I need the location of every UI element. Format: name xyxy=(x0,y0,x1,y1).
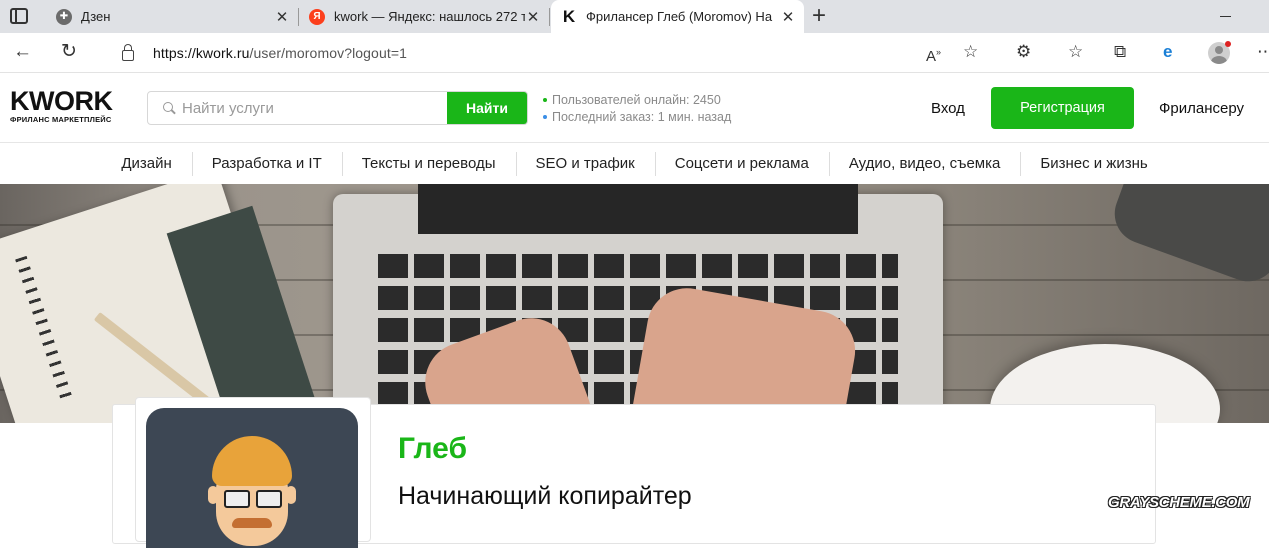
add-favorite-icon[interactable]: ☆ xyxy=(963,42,978,62)
site-stats: Пользователей онлайн: 2450 Последний зак… xyxy=(543,92,731,126)
user-avatar[interactable] xyxy=(146,408,358,548)
favorites-icon[interactable]: ☆ xyxy=(1068,42,1083,62)
refresh-icon[interactable]: ↻ xyxy=(61,41,77,63)
close-icon[interactable]: ✕ xyxy=(274,8,290,26)
logo-word: KWORK xyxy=(10,86,113,116)
site-header: KWORK ФРИЛАНС МАРКЕТПЛЕЙС Найти Пользова… xyxy=(0,74,1269,142)
lock-icon[interactable] xyxy=(122,43,134,61)
category-seo[interactable]: SEO и трафик xyxy=(515,152,655,176)
search-icon xyxy=(148,92,182,124)
register-button[interactable]: Регистрация xyxy=(991,87,1134,129)
kwork-icon: K xyxy=(562,6,576,26)
tab-title: Фрилансер Глеб (Moromov) На xyxy=(586,9,773,24)
category-design[interactable]: Дизайн xyxy=(101,155,191,172)
category-social[interactable]: Соцсети и реклама xyxy=(654,152,829,176)
search-input[interactable] xyxy=(182,92,447,124)
url-field[interactable]: https://kwork.ru/user/moromov?logout=1 xyxy=(106,37,994,69)
profile-title: Начинающий копирайтер xyxy=(398,482,692,510)
tab-title: kwork — Яндекс: нашлось 272 т xyxy=(334,9,525,24)
green-dot-icon xyxy=(543,98,547,102)
watermark: GRAYSCHEME.COM xyxy=(1108,494,1250,511)
kwork-logo[interactable]: KWORK ФРИЛАНС МАРКЕТПЛЕЙС xyxy=(10,86,113,125)
minimize-icon[interactable] xyxy=(1220,16,1231,17)
login-link[interactable]: Вход xyxy=(931,100,965,117)
edge-icon[interactable]: e xyxy=(1163,42,1172,62)
tab-title: Дзен xyxy=(81,9,111,24)
notification-dot xyxy=(1225,41,1231,47)
yandex-icon: Я xyxy=(309,8,325,25)
stat-last-order: Последний заказ: 1 мин. назад xyxy=(543,109,731,126)
address-bar-row: ← ↻ https://kwork.ru/user/moromov?logout… xyxy=(0,33,1269,73)
search-button[interactable]: Найти xyxy=(447,92,527,124)
dzen-icon: ✚ xyxy=(56,8,72,25)
profile-name: Глеб xyxy=(398,432,467,465)
logo-tagline: ФРИЛАНС МАРКЕТПЛЕЙС xyxy=(10,115,112,124)
blue-dot-icon xyxy=(543,115,547,119)
read-aloud-icon[interactable]: A» xyxy=(926,42,941,67)
camera-image xyxy=(1106,184,1269,290)
category-nav: Дизайн Разработка и IT Тексты и переводы… xyxy=(0,142,1269,184)
collections-icon[interactable]: ⧉ xyxy=(1114,42,1126,62)
search-form: Найти xyxy=(147,91,528,125)
glasses-icon xyxy=(224,490,282,508)
freelancer-menu[interactable]: Фрилансеру xyxy=(1159,100,1244,117)
browser-tab-bar: ✚ Дзен ✕ Я kwork — Яндекс: нашлось 272 т… xyxy=(0,0,1269,33)
tab-yandex[interactable]: Я kwork — Яндекс: нашлось 272 т ✕ xyxy=(299,0,550,33)
close-icon[interactable]: ✕ xyxy=(525,8,541,26)
category-audio-video[interactable]: Аудио, видео, съемка xyxy=(828,152,1021,176)
url-text: https://kwork.ru/user/moromov?logout=1 xyxy=(153,45,407,61)
close-icon[interactable]: ✕ xyxy=(780,8,796,26)
tab-dzen[interactable]: ✚ Дзен ✕ xyxy=(46,0,299,33)
back-arrow-icon[interactable]: ← xyxy=(13,41,32,63)
category-development[interactable]: Разработка и IT xyxy=(191,152,342,176)
tab-actions-icon[interactable] xyxy=(10,8,28,24)
tab-kwork-active[interactable]: K Фрилансер Глеб (Moromov) На ✕ xyxy=(551,0,804,33)
category-business[interactable]: Бизнес и жизнь xyxy=(1020,152,1167,176)
category-texts[interactable]: Тексты и переводы xyxy=(341,152,516,176)
new-tab-icon[interactable]: + xyxy=(812,3,826,29)
extensions-icon[interactable]: ⚙ xyxy=(1016,42,1031,62)
more-menu-icon[interactable]: ⋯ xyxy=(1257,42,1269,62)
profile-cover-banner xyxy=(0,184,1269,423)
stat-online: Пользователей онлайн: 2450 xyxy=(543,92,731,109)
